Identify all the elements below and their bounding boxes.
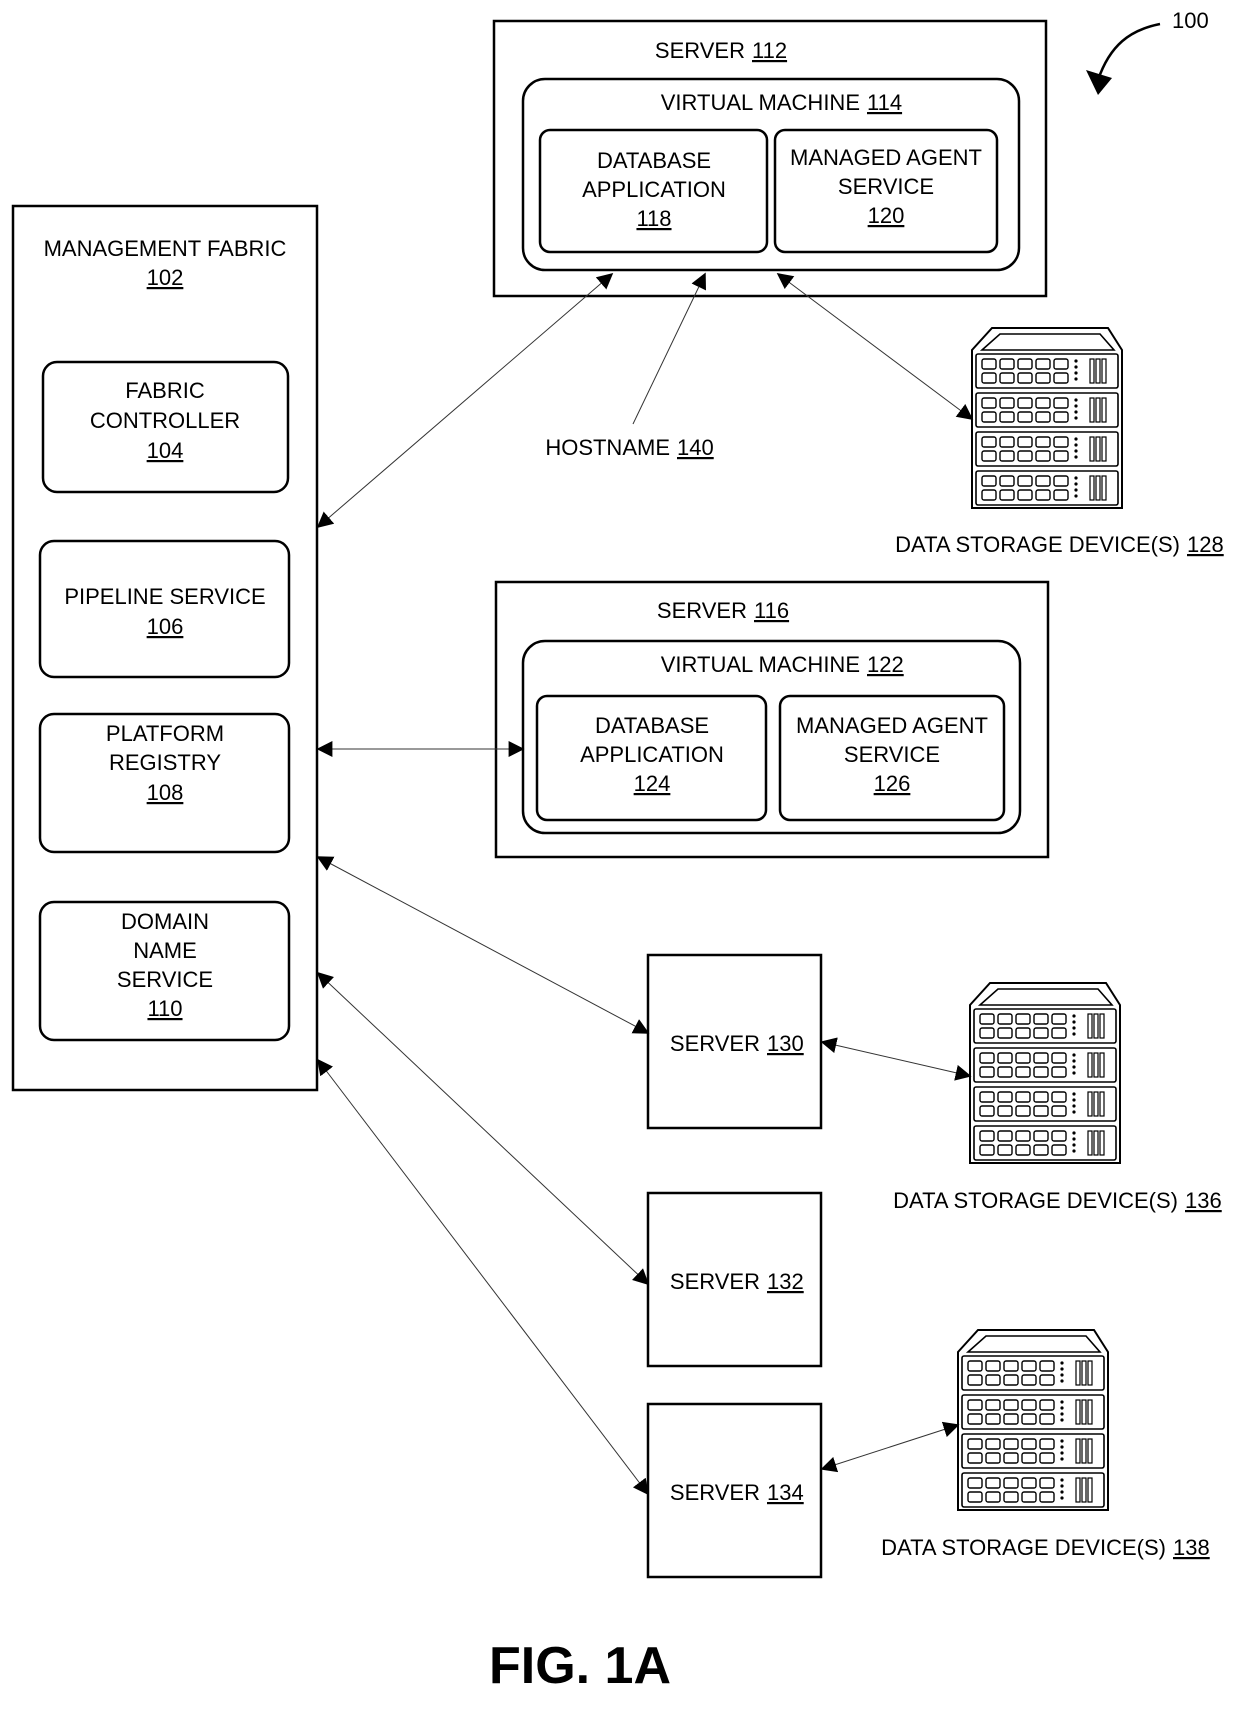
management-fabric-number: 102 (147, 265, 184, 290)
platform-registry: PLATFORM REGISTRY 108 (38, 712, 291, 854)
vm-114-number: 114 (867, 90, 902, 115)
connector-fabric-to-server-134 (317, 1058, 649, 1496)
data-storage-136: DATA STORAGE DEVICE(S) 136 (893, 983, 1222, 1213)
storage-136-number: 136 (1185, 1188, 1222, 1213)
vm-122-label: VIRTUAL MACHINE (661, 652, 860, 677)
connector-fabric-to-server-130 (316, 856, 650, 1034)
database-application-124: DATABASE APPLICATION 124 (535, 694, 768, 822)
server-132: SERVER 132 (646, 1191, 823, 1368)
storage-128-number: 128 (1187, 532, 1224, 557)
db-app-124-number: 124 (634, 771, 671, 796)
vm-114-label: VIRTUAL MACHINE (661, 90, 860, 115)
platform-registry-line-2: REGISTRY (109, 750, 221, 775)
pipeline-service-number: 106 (147, 614, 184, 639)
database-application-118: DATABASE APPLICATION 118 (538, 128, 769, 254)
connector-server-130-to-storage-136 (820, 1037, 972, 1081)
agent-120-line-2: SERVICE (838, 174, 934, 199)
agent-126-number: 126 (874, 771, 911, 796)
fabric-controller-number: 104 (147, 438, 184, 463)
figure-reference: 100 (1086, 8, 1209, 95)
platform-registry-line-1: PLATFORM (106, 721, 224, 746)
server-112-label: SERVER (655, 38, 745, 63)
server-rack-icon (972, 328, 1122, 508)
storage-128-label: DATA STORAGE DEVICE(S) (895, 532, 1180, 557)
dns-line-2: NAME (133, 938, 197, 963)
fabric-controller: FABRIC CONTROLLER 104 (41, 360, 290, 494)
figure-caption: FIG. 1A (489, 1637, 671, 1695)
server-130-number: 130 (767, 1031, 804, 1056)
storage-138-number: 138 (1173, 1535, 1210, 1560)
server-116: SERVER 116 VIRTUAL MACHINE 122 DATABASE … (494, 580, 1050, 859)
managed-agent-service-120: MANAGED AGENT SERVICE 120 (773, 128, 999, 254)
pipeline-service: PIPELINE SERVICE 106 (38, 539, 291, 679)
db-app-118-line-2: APPLICATION (582, 177, 726, 202)
reference-arrow-icon (1096, 22, 1161, 81)
agent-120-number: 120 (868, 203, 905, 228)
connector-fabric-to-db-app-118 (316, 272, 614, 529)
server-112: SERVER 112 VIRTUAL MACHINE 114 DATABASE … (492, 19, 1048, 298)
virtual-machine-114: VIRTUAL MACHINE 114 DATABASE APPLICATION… (521, 77, 1021, 272)
virtual-machine-122: VIRTUAL MACHINE 122 DATABASE APPLICATION… (521, 639, 1022, 835)
hostname-label: HOSTNAME (545, 435, 670, 460)
server-134: SERVER 134 (646, 1402, 823, 1579)
system-diagram: 100 MANAGEMENT FABRIC 102 FABRIC CONTROL… (11, 8, 1224, 1695)
fabric-controller-line-2: CONTROLLER (90, 408, 240, 433)
vm-122-number: 122 (867, 652, 904, 677)
server-rack-icon (958, 1330, 1108, 1510)
db-app-124-line-1: DATABASE (595, 713, 709, 738)
dns-number: 110 (147, 996, 182, 1021)
db-app-118-line-1: DATABASE (597, 148, 711, 173)
server-130-label: SERVER (670, 1031, 760, 1056)
server-130: SERVER 130 (646, 953, 823, 1130)
agent-120-line-1: MANAGED AGENT (790, 145, 982, 170)
pipeline-service-line-1: PIPELINE SERVICE (64, 584, 265, 609)
data-storage-138: DATA STORAGE DEVICE(S) 138 (881, 1330, 1210, 1560)
connector-fabric-to-server-132 (316, 971, 650, 1286)
server-134-label: SERVER (670, 1480, 760, 1505)
figure-reference-number: 100 (1172, 8, 1209, 33)
domain-name-service: DOMAIN NAME SERVICE 110 (38, 900, 291, 1042)
server-rack-icon (970, 983, 1120, 1163)
server-116-number: 116 (754, 598, 789, 623)
storage-138-label: DATA STORAGE DEVICE(S) (881, 1535, 1166, 1560)
management-fabric: MANAGEMENT FABRIC 102 FABRIC CONTROLLER … (11, 204, 319, 1092)
server-134-number: 134 (767, 1480, 804, 1505)
dns-line-1: DOMAIN (121, 909, 209, 934)
data-storage-128: DATA STORAGE DEVICE(S) 128 (895, 328, 1224, 557)
agent-126-line-1: MANAGED AGENT (796, 713, 988, 738)
platform-registry-number: 108 (147, 780, 184, 805)
fabric-controller-line-1: FABRIC (125, 378, 205, 403)
server-132-label: SERVER (670, 1269, 760, 1294)
managed-agent-service-126: MANAGED AGENT SERVICE 126 (778, 694, 1006, 822)
hostname-140: HOSTNAME 140 (545, 435, 713, 460)
storage-136-label: DATA STORAGE DEVICE(S) (893, 1188, 1178, 1213)
db-app-124-line-2: APPLICATION (580, 742, 724, 767)
db-app-118-number: 118 (636, 206, 671, 231)
connector-server-134-to-storage-138 (820, 1421, 960, 1473)
management-fabric-label: MANAGEMENT FABRIC (44, 236, 287, 261)
server-116-label: SERVER (657, 598, 747, 623)
dns-line-3: SERVICE (117, 967, 213, 992)
server-132-number: 132 (767, 1269, 804, 1294)
server-112-number: 112 (752, 38, 787, 63)
agent-126-line-2: SERVICE (844, 742, 940, 767)
hostname-number: 140 (677, 435, 714, 460)
